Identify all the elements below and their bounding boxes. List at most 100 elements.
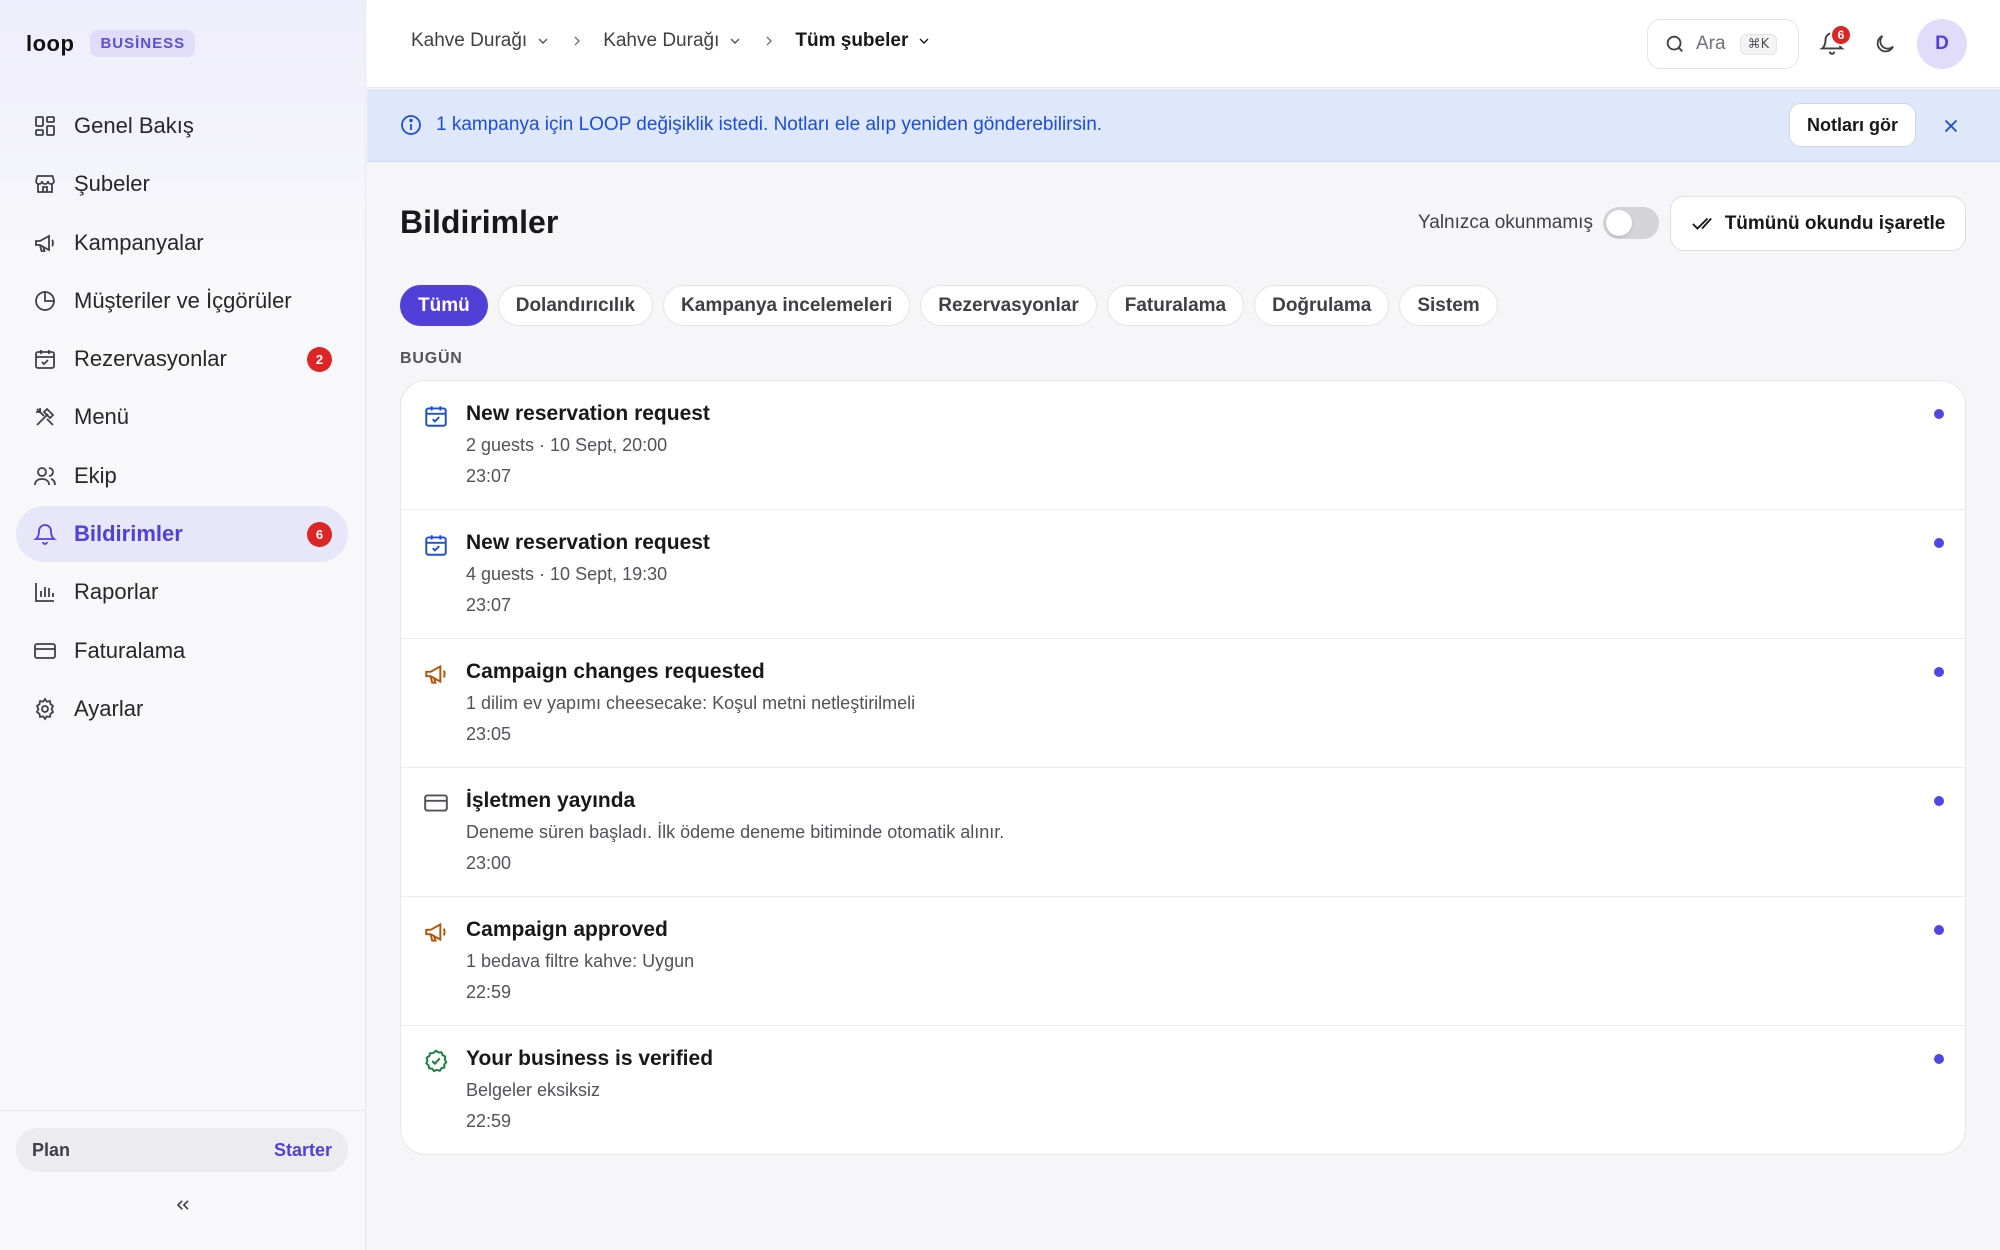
pie-chart-icon (32, 288, 58, 314)
sidebar-item-label: Kampanyalar (74, 229, 204, 255)
sidebar-divider (0, 1110, 366, 1111)
breadcrumb-branch[interactable]: Tüm şubeler (795, 30, 932, 52)
credit-card-icon (32, 638, 58, 664)
notification-item[interactable]: İşletmen yayında Deneme süren başladı. İ… (401, 768, 1965, 897)
view-notes-button[interactable]: Notları gör (1789, 103, 1917, 147)
sidebar-item-subeler[interactable]: Şubeler (16, 156, 348, 212)
info-banner: 1 kampanya için LOOP değişiklik istedi. … (367, 89, 2000, 162)
notification-title: Campaign changes requested (466, 660, 765, 683)
sidebar-item-musteriler[interactable]: Müşteriler ve İçgörüler (16, 273, 348, 329)
bar-chart-icon (32, 579, 58, 605)
search-button[interactable]: Ara ⌘K (1647, 19, 1799, 69)
tab-fraud[interactable]: Dolandırıcılık (497, 285, 654, 326)
unread-dot (1934, 667, 1944, 677)
mark-all-read-button[interactable]: Tümünü okundu işaretle (1670, 196, 1966, 251)
chevron-right-icon (569, 33, 585, 49)
notification-title: Campaign approved (466, 918, 668, 941)
chevron-down-icon (730, 38, 740, 44)
notification-time: 23:00 (466, 853, 512, 873)
notification-item[interactable]: Campaign approved 1 bedava filtre kahve:… (401, 897, 1965, 1026)
chevron-right-icon (761, 33, 777, 49)
sidebar-item-ayarlar[interactable]: Ayarlar (16, 681, 348, 737)
plan-label: Plan (32, 1139, 71, 1160)
chevron-down-icon (538, 38, 548, 44)
sidebar-item-kampanyalar[interactable]: Kampanyalar (16, 215, 348, 271)
chevrons-left-icon (173, 1195, 193, 1220)
collapse-sidebar-button[interactable] (168, 1194, 198, 1220)
filter-tabs: Tümü Dolandırıcılık Kampanya incelemeler… (400, 285, 1498, 326)
close-banner-button[interactable] (1940, 115, 1962, 137)
notification-time: 22:59 (466, 1111, 512, 1131)
notification-description: Deneme süren başladı. İlk ödeme deneme b… (466, 822, 1005, 842)
sidebar: loop BUSİNESS Genel Bakış Şubeler Kampan… (0, 0, 366, 1250)
megaphone-icon (423, 661, 449, 687)
tab-system[interactable]: Sistem (1399, 285, 1498, 326)
sidebar-item-bildirimler[interactable]: Bildirimler 6 (16, 506, 348, 563)
utensils-icon (32, 404, 58, 430)
unread-dot (1934, 1054, 1944, 1064)
sidebar-item-label: Genel Bakış (74, 113, 194, 138)
check-circle-icon (423, 1048, 449, 1074)
sidebar-item-raporlar[interactable]: Raporlar (16, 564, 348, 620)
tab-campaign-reviews[interactable]: Kampanya incelemeleri (663, 285, 911, 326)
breadcrumb: Kahve Durağı Kahve Durağı Tüm şubeler (411, 30, 932, 52)
unread-only-label: Yalnızca okunmamış (1418, 212, 1593, 233)
dashboard-icon (32, 113, 58, 139)
unread-only-toggle[interactable] (1603, 207, 1659, 239)
sidebar-item-label: Faturalama (74, 637, 186, 663)
notification-time: 23:07 (466, 466, 512, 486)
plan-indicator[interactable]: Plan Starter (16, 1128, 348, 1172)
sidebar-item-label: Ekip (74, 462, 117, 488)
megaphone-icon (32, 230, 58, 256)
search-shortcut: ⌘K (1739, 33, 1778, 55)
users-icon (32, 463, 58, 489)
sidebar-item-ekip[interactable]: Ekip (16, 448, 348, 504)
sidebar-item-label: Raporlar (74, 579, 159, 605)
tab-reservations[interactable]: Rezervasyonlar (920, 285, 1097, 326)
sidebar-item-label: Ayarlar (74, 695, 144, 721)
notifications-count-badge: 6 (307, 522, 332, 548)
notification-item[interactable]: Campaign changes requested 1 dilim ev ya… (401, 639, 1965, 768)
avatar[interactable]: D (1917, 19, 1967, 69)
tab-verification[interactable]: Doğrulama (1254, 285, 1390, 326)
topbar: Kahve Durağı Kahve Durağı Tüm şubeler Ar… (367, 0, 2000, 88)
credit-card-icon (423, 790, 449, 816)
search-label: Ara (1696, 33, 1726, 54)
unread-dot (1934, 925, 1944, 935)
business-badge: BUSİNESS (90, 30, 196, 57)
tab-billing[interactable]: Faturalama (1106, 285, 1245, 326)
sidebar-item-label: Menü (74, 404, 130, 430)
mark-all-read-label: Tümünü okundu işaretle (1724, 212, 1946, 234)
tab-all[interactable]: Tümü (400, 285, 488, 326)
notifications-badge: 6 (1830, 24, 1852, 46)
notification-description: 1 dilim ev yapımı cheesecake: Koşul metn… (466, 693, 916, 713)
notification-description: Belgeler eksiksiz (466, 1080, 601, 1100)
sidebar-item-rezervasyonlar[interactable]: Rezervasyonlar 2 (16, 331, 348, 387)
notification-item[interactable]: New reservation request 4 guests · 10 Se… (401, 510, 1965, 639)
sidebar-item-label: Şubeler (74, 171, 150, 197)
info-icon (399, 113, 423, 142)
breadcrumb-business[interactable]: Kahve Durağı (411, 30, 551, 52)
reservations-count-badge: 2 (307, 347, 332, 373)
notification-description: 4 guests · 10 Sept, 19:30 (466, 564, 668, 584)
notification-description: 1 bedava filtre kahve: Uygun (466, 951, 695, 971)
calendar-check-icon (423, 403, 449, 429)
notification-item[interactable]: Your business is verified Belgeler eksik… (401, 1026, 1965, 1154)
banner-message: 1 kampanya için LOOP değişiklik istedi. … (436, 114, 1103, 135)
unread-dot (1934, 796, 1944, 806)
logo: loop (26, 30, 75, 56)
page-title: Bildirimler (400, 204, 559, 240)
theme-toggle-button[interactable] (1873, 32, 1897, 56)
chevron-down-icon (919, 38, 929, 44)
brand[interactable]: loop BUSİNESS (26, 30, 196, 57)
notification-item[interactable]: New reservation request 2 guests · 10 Se… (401, 381, 1965, 510)
calendar-check-icon (32, 346, 58, 372)
sidebar-item-genel-bakis[interactable]: Genel Bakış (16, 98, 348, 154)
sidebar-item-menu[interactable]: Menü (16, 389, 348, 445)
breadcrumb-brand[interactable]: Kahve Durağı (603, 30, 743, 52)
notification-time: 23:05 (466, 724, 512, 744)
close-icon (1944, 119, 1958, 133)
sidebar-item-faturalama[interactable]: Faturalama (16, 623, 348, 679)
toggle-knob (1606, 210, 1632, 236)
sidebar-item-label: Müşteriler ve İçgörüler (74, 287, 292, 313)
